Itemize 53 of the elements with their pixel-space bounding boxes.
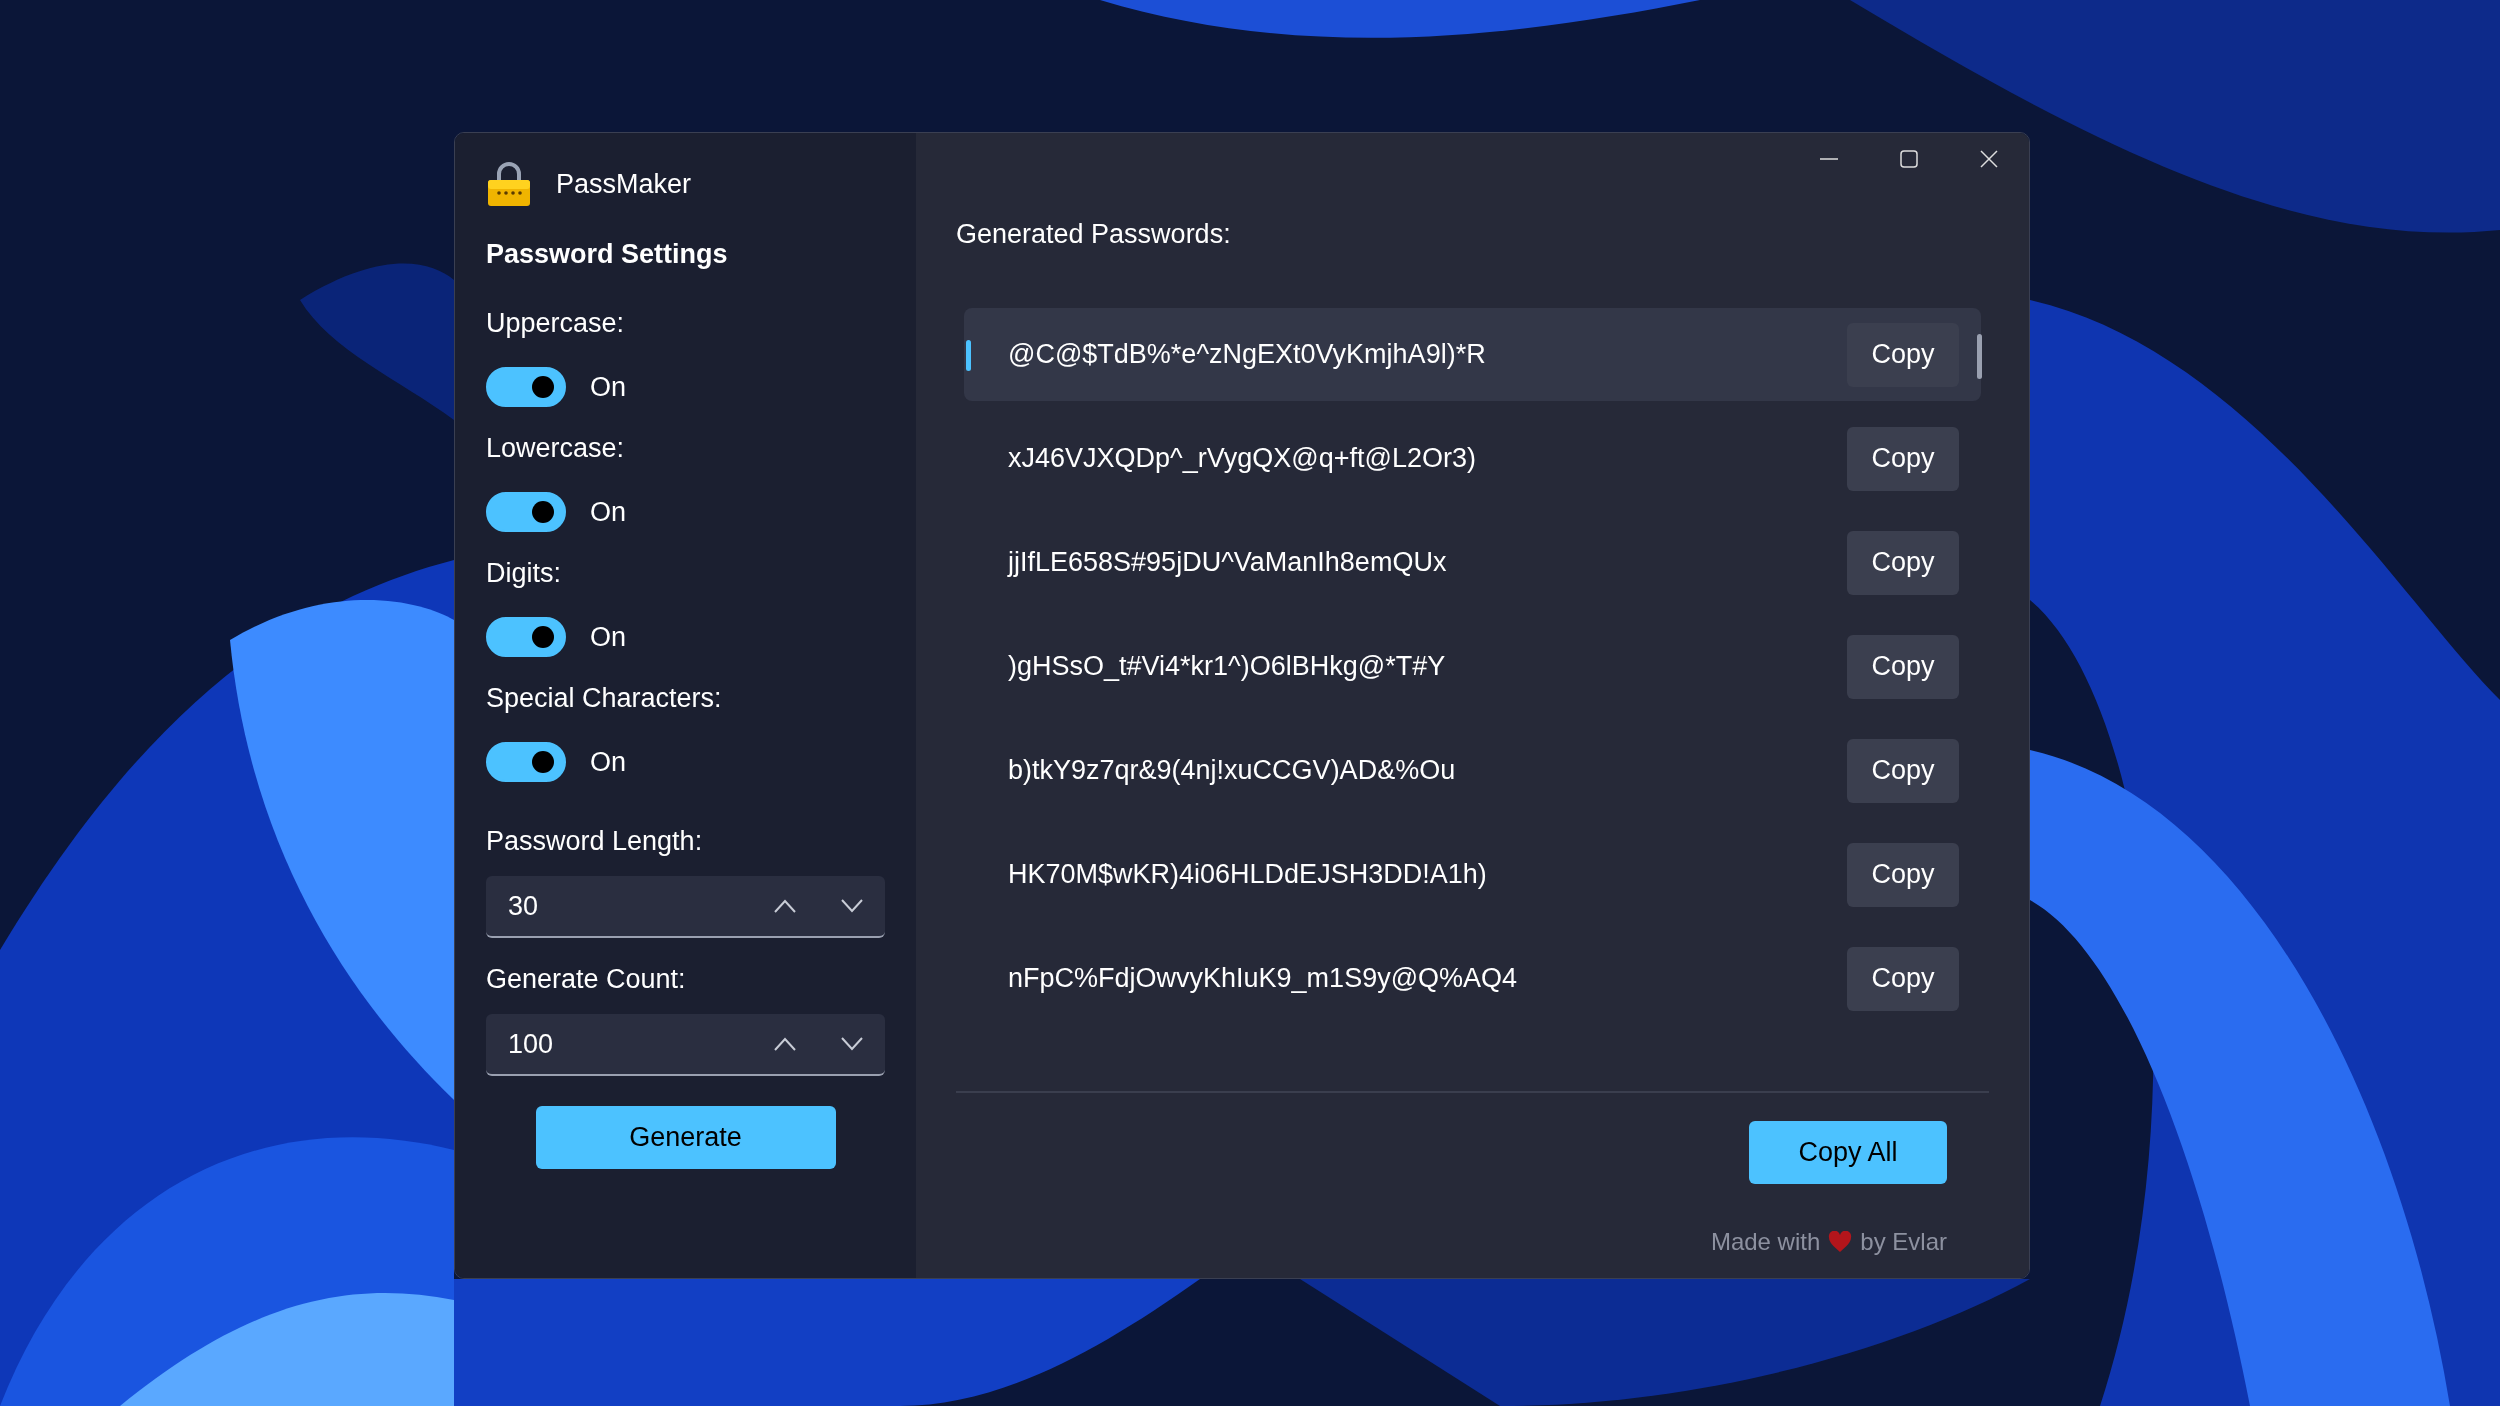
app-title: PassMaker: [556, 167, 692, 201]
password-text: nFpC%FdjOwvyKhIuK9_m1S9y@Q%AQ4: [1008, 962, 1519, 996]
close-icon[interactable]: [1979, 149, 1999, 169]
copy-button[interactable]: Copy: [1847, 634, 1959, 699]
toggle-state-label: On: [590, 371, 627, 404]
copy-button[interactable]: Copy: [1847, 738, 1959, 803]
field-label: Password Length:: [486, 825, 704, 858]
password-row[interactable]: jjIfLE658S#95jDU^VaManIh8emQUx Copy: [964, 516, 1981, 609]
section-heading: Generated Passwords:: [956, 218, 1232, 251]
setting-label: Digits:: [486, 557, 562, 590]
copy-button[interactable]: Copy: [1847, 946, 1959, 1011]
toggle-switch[interactable]: [486, 367, 566, 407]
password-row[interactable]: xJ46VJXQDp^_rVygQX@q+ft@L2Or3) Copy: [964, 412, 1981, 505]
number-field[interactable]: 100: [486, 1014, 885, 1076]
section-heading: Password Settings: [486, 238, 729, 271]
toggle-state-label: On: [590, 621, 627, 654]
toggle-state-label: On: [590, 746, 627, 779]
maximize-icon[interactable]: [1899, 149, 1919, 169]
toggle-switch[interactable]: [486, 492, 566, 532]
heart-icon: [1828, 1231, 1853, 1253]
setting-label: Uppercase:: [486, 307, 626, 340]
password-text: xJ46VJXQDp^_rVygQX@q+ft@L2Or3): [1008, 442, 1477, 476]
password-text: HK70M$wKR)4i06HLDdEJSH3DD!A1h): [1008, 858, 1488, 892]
field-label: Generate Count:: [486, 963, 687, 996]
copy-button[interactable]: Copy: [1847, 426, 1959, 491]
password-row[interactable]: @C@$TdB%*e^zNgEXt0VyKmjhA9l)*R Copy: [964, 308, 1981, 401]
chevron-up-icon[interactable]: [774, 1037, 796, 1051]
copy-button[interactable]: Copy: [1847, 322, 1959, 387]
password-row[interactable]: b)tkY9z7qr&9(4nj!xuCCGV)AD&%Ou Copy: [964, 724, 1981, 817]
generate-button[interactable]: Generate: [535, 1106, 836, 1169]
copy-button[interactable]: Copy: [1847, 842, 1959, 907]
password-row[interactable]: HK70M$wKR)4i06HLDdEJSH3DD!A1h) Copy: [964, 828, 1981, 921]
password-text: b)tkY9z7qr&9(4nj!xuCCGV)AD&%Ou: [1008, 754, 1457, 788]
footer-text: Made with: [1710, 1227, 1821, 1257]
scrollbar-thumb[interactable]: [1977, 334, 1982, 379]
password-text: jjIfLE658S#95jDU^VaManIh8emQUx: [1008, 546, 1448, 580]
toggle-switch[interactable]: [486, 617, 566, 657]
toggle-switch[interactable]: [486, 742, 566, 782]
chevron-up-icon[interactable]: [774, 899, 796, 913]
password-text: )gHSsO_t#Vi4*kr1^)O6lBHkg@*T#Y: [1008, 650, 1447, 684]
chevron-down-icon[interactable]: [841, 899, 863, 913]
password-row[interactable]: nFpC%FdjOwvyKhIuK9_m1S9y@Q%AQ4 Copy: [964, 932, 1981, 1025]
toggle-state-label: On: [590, 496, 627, 529]
footer-text: by Evlar: [1860, 1227, 1947, 1257]
password-row[interactable]: )gHSsO_t#Vi4*kr1^)O6lBHkg@*T#Y Copy: [964, 620, 1981, 713]
lock-icon: [486, 161, 532, 207]
chevron-down-icon[interactable]: [841, 1037, 863, 1051]
password-text: @C@$TdB%*e^zNgEXt0VyKmjhA9l)*R: [1008, 338, 1487, 372]
number-field[interactable]: 30: [486, 876, 885, 938]
copy-all-button[interactable]: Copy All: [1749, 1121, 1947, 1184]
copy-button[interactable]: Copy: [1847, 530, 1959, 595]
setting-label: Lowercase:: [486, 432, 626, 465]
setting-label: Special Characters:: [486, 682, 723, 715]
